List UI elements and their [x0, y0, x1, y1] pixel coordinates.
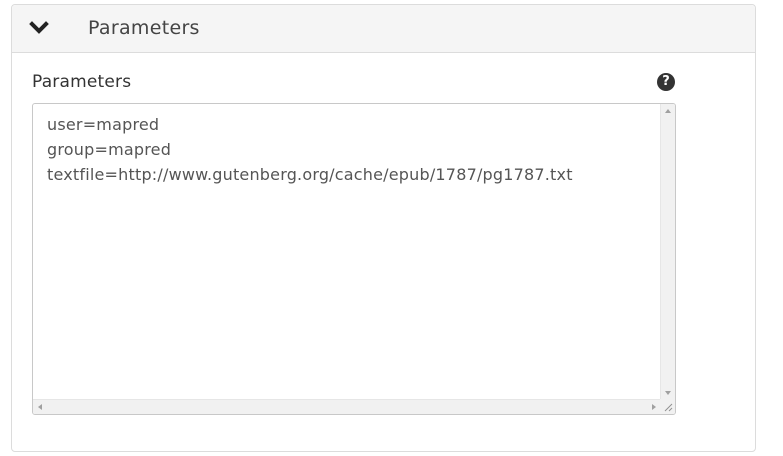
parameters-label: Parameters: [32, 72, 132, 92]
panel-title: Parameters: [88, 17, 200, 39]
parameters-text[interactable]: user=mapred group=mapred textfile=http:/…: [47, 112, 655, 187]
resize-grip-icon[interactable]: [660, 399, 675, 414]
question-circle-icon[interactable]: ?: [657, 73, 675, 91]
scroll-left-icon[interactable]: [38, 404, 42, 410]
scroll-right-icon[interactable]: [652, 404, 656, 410]
parameters-panel: Parameters Parameters ? user=mapred grou…: [11, 4, 756, 452]
chevron-down-icon[interactable]: [29, 20, 49, 36]
scroll-up-icon[interactable]: [665, 109, 671, 113]
horizontal-scrollbar[interactable]: [33, 399, 661, 414]
scroll-down-icon[interactable]: [665, 391, 671, 395]
panel-header[interactable]: Parameters: [12, 5, 755, 53]
parameters-textarea[interactable]: user=mapred group=mapred textfile=http:/…: [32, 103, 676, 415]
vertical-scrollbar[interactable]: [660, 104, 675, 400]
